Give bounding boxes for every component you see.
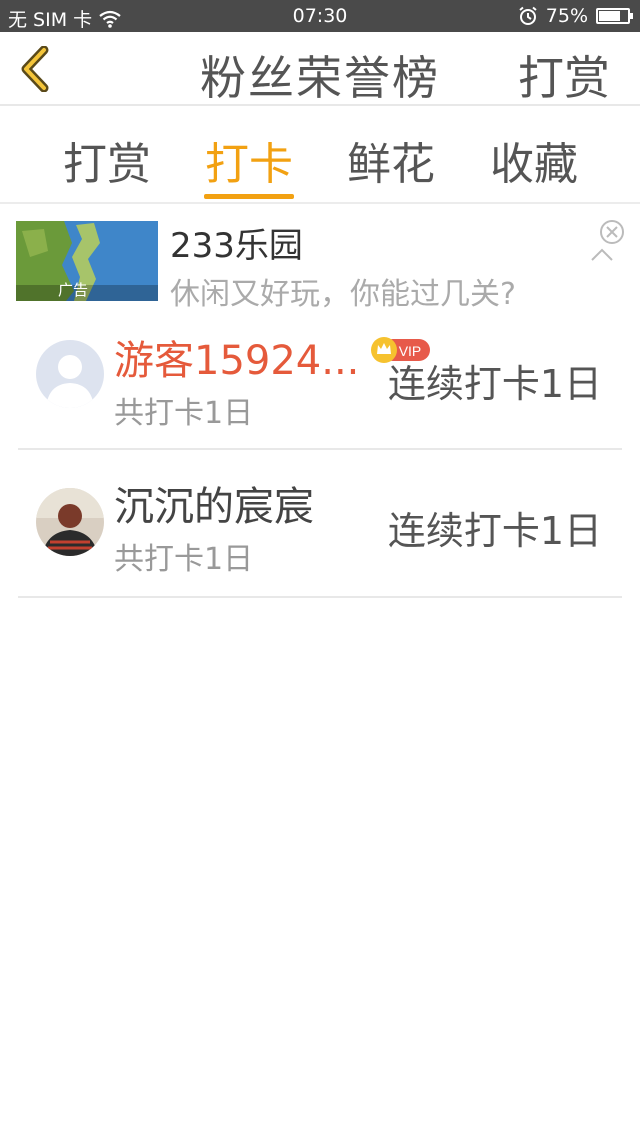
tab-checkin[interactable]: 打卡 [199,128,299,192]
avatar [36,340,104,408]
list-item[interactable]: 游客15924... VIP 共打卡1日 连续打卡1日 [18,308,622,450]
ad-title: 233乐园 [170,226,303,266]
tab-bar: 打赏 打卡 鲜花 收藏 [0,106,640,204]
streak-label: 连续打卡1日 [387,509,602,553]
ad-badge: 广告 [58,281,89,299]
ad-thumbnail: 广告 [16,221,158,301]
battery-icon [596,8,633,24]
total-checkins: 共打卡1日 [114,396,254,431]
ad-close-button[interactable] [588,218,628,264]
ad-banner[interactable]: 广告 233乐园 休闲又好玩，你能过几关? [0,206,640,312]
avatar [36,488,104,556]
active-tab-indicator [204,194,294,199]
user-name: 游客15924... [114,338,360,384]
list-item[interactable]: 沉沉的宸宸 共打卡1日 连续打卡1日 [18,450,622,598]
total-checkins: 共打卡1日 [114,542,254,577]
ad-description: 休闲又好玩，你能过几关? [170,277,516,312]
battery-percent: 75% [545,5,588,27]
close-icon [591,220,624,261]
status-bar: 无 SIM 卡 07:30 75% [0,0,640,32]
reward-button[interactable]: 打赏 [518,42,610,108]
streak-label: 连续打卡1日 [387,362,602,406]
tab-flowers[interactable]: 鲜花 [341,128,441,192]
tab-reward[interactable]: 打赏 [57,128,157,192]
checkin-list: 游客15924... VIP 共打卡1日 连续打卡1日 沉沉的宸宸 共打卡1日 … [18,308,622,598]
tab-favorites[interactable]: 收藏 [484,128,584,192]
alarm-icon [519,6,537,25]
user-name: 沉沉的宸宸 [114,484,314,530]
header-bar: 粉丝荣誉榜 打赏 [0,32,640,106]
